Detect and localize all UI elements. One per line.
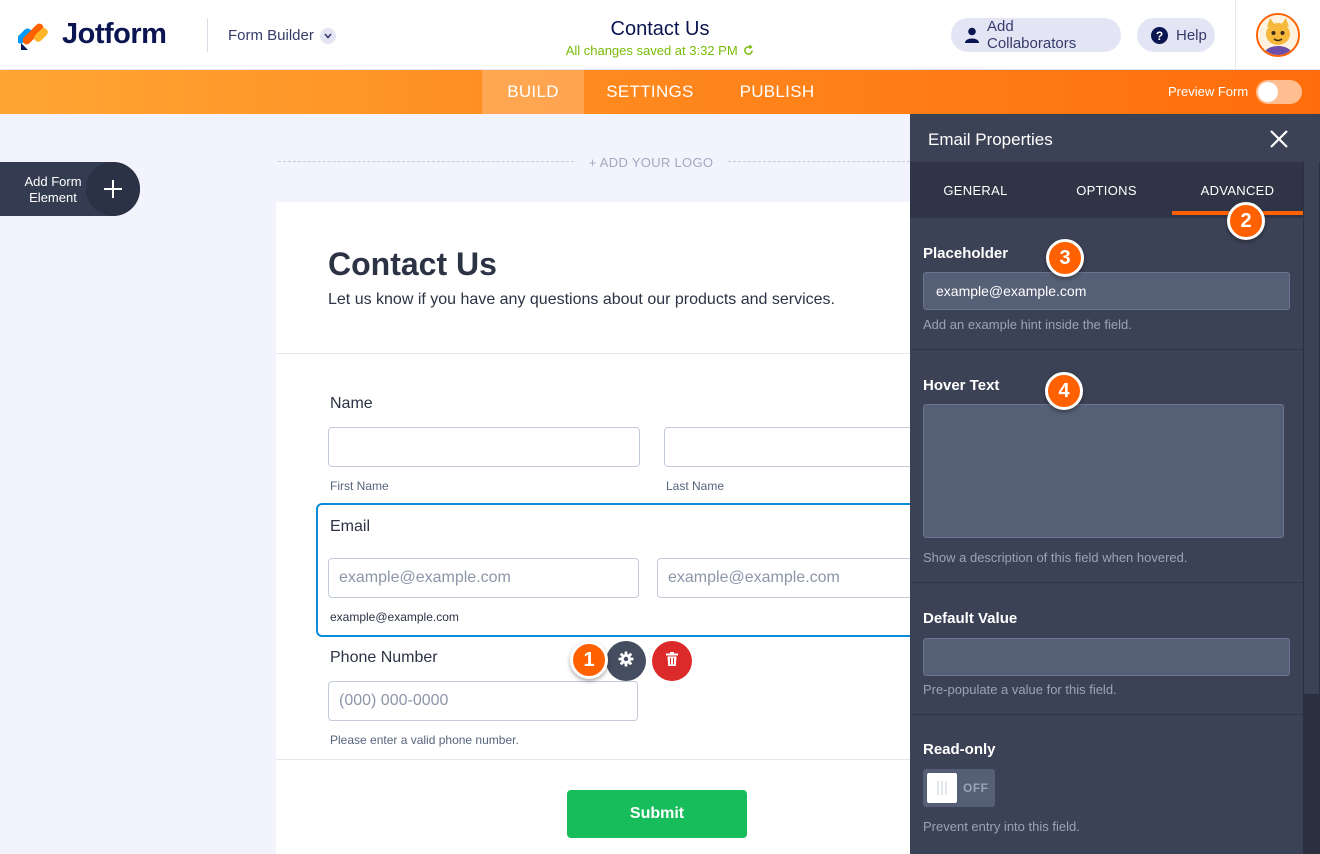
add-logo-button[interactable]: + ADD YOUR LOGO (580, 155, 722, 170)
form-subheading[interactable]: Let us know if you have any questions ab… (328, 291, 835, 309)
step-badge-2: 2 (1227, 202, 1265, 240)
hover-text-help: Show a description of this field when ho… (923, 550, 1188, 565)
read-only-title: Read-only (923, 741, 996, 758)
help-label: Help (1176, 26, 1207, 44)
placeholder-help: Add an example hint inside the field. (923, 317, 1132, 332)
top-bar: Jotform Form Builder Contact Us All chan… (0, 0, 1320, 70)
default-value-input[interactable] (923, 638, 1290, 676)
tab-general[interactable]: GENERAL (910, 162, 1041, 218)
first-name-sublabel: First Name (330, 479, 389, 493)
help-button[interactable]: ? Help (1137, 18, 1215, 52)
email-label: Email (330, 518, 371, 535)
close-icon[interactable] (1268, 128, 1290, 150)
read-only-help: Prevent entry into this field. (923, 819, 1080, 834)
trash-icon (666, 651, 678, 671)
gear-icon (618, 651, 634, 672)
panel-header: Email Properties (910, 114, 1303, 162)
tab-publish[interactable]: PUBLISH (724, 70, 830, 114)
header-divider-right (1235, 0, 1236, 70)
email-sublabel: example@example.com (330, 610, 459, 624)
panel-title: Email Properties (928, 130, 1053, 149)
placeholder-input[interactable]: example@example.com (923, 272, 1290, 310)
placeholder-title: Placeholder (923, 245, 1009, 262)
preview-form-toggle[interactable] (1256, 80, 1302, 104)
hover-text-section: Hover Text Show a description of this fi… (910, 350, 1303, 583)
hover-text-title: Hover Text (923, 377, 1000, 394)
email-input[interactable]: example@example.com (328, 558, 639, 598)
form-card: Contact Us Let us know if you have any q… (276, 202, 984, 854)
form-title[interactable]: Contact Us (560, 18, 760, 41)
phone-sublabel: Please enter a valid phone number. (330, 733, 519, 747)
refresh-icon (744, 44, 754, 55)
default-value-title: Default Value (923, 610, 1018, 627)
tab-settings[interactable]: SETTINGS (595, 70, 705, 114)
phone-label: Phone Number (330, 649, 438, 666)
add-form-element-button[interactable]: Add Form Element (0, 162, 140, 216)
form-builder-dropdown[interactable]: Form Builder (228, 27, 336, 44)
step-badge-4: 4 (1045, 372, 1083, 410)
field-properties-button[interactable] (606, 641, 646, 681)
brand-name: Jotform (62, 18, 167, 50)
add-collaborators-button[interactable]: Add Collaborators (951, 18, 1121, 52)
last-name-sublabel: Last Name (666, 479, 725, 493)
step-badge-1: 1 (570, 641, 608, 679)
first-name-input[interactable] (328, 427, 640, 467)
tab-options[interactable]: OPTIONS (1041, 162, 1172, 218)
name-label: Name (330, 395, 373, 412)
header-separator (276, 353, 976, 354)
question-circle-icon: ? (1151, 26, 1168, 44)
logo-dashed-line-left (278, 161, 574, 162)
read-only-toggle[interactable]: OFF (923, 769, 995, 807)
saved-status: All changes saved at 3:32 PM (560, 43, 760, 58)
plus-icon (86, 162, 140, 216)
preview-form-label: Preview Form (1168, 84, 1249, 99)
submit-separator (276, 759, 976, 760)
form-heading[interactable]: Contact Us (328, 246, 497, 283)
tab-build[interactable]: BUILD (482, 70, 584, 114)
saved-status-text: All changes saved at 3:32 PM (565, 43, 738, 58)
header-divider (207, 18, 208, 52)
chevron-down-icon (319, 27, 336, 44)
avatar[interactable] (1256, 13, 1300, 57)
phone-input[interactable]: (000) 000-0000 (328, 681, 638, 721)
delete-field-button[interactable] (652, 641, 692, 681)
logo-dashed-line-right (728, 161, 910, 162)
user-icon (965, 27, 979, 43)
jotform-logo-icon (16, 19, 50, 51)
hover-text-textarea[interactable] (923, 404, 1284, 538)
default-value-help: Pre-populate a value for this field. (923, 682, 1117, 697)
panel-scrollbar-thumb[interactable] (1304, 162, 1319, 694)
form-title-block: Contact Us All changes saved at 3:32 PM (560, 18, 760, 58)
toggle-knob (927, 773, 957, 803)
jotform-logo[interactable]: Jotform (16, 18, 167, 51)
step-badge-3: 3 (1046, 239, 1084, 277)
read-only-state: OFF (963, 781, 989, 795)
add-collaborators-label: Add Collaborators (987, 18, 1077, 52)
add-form-element-label: Add Form Element (24, 174, 82, 205)
svg-text:?: ? (1156, 29, 1163, 43)
form-builder-label: Form Builder (228, 27, 314, 44)
default-value-section: Default Value Pre-populate a value for t… (910, 583, 1303, 715)
builder-nav: BUILD SETTINGS PUBLISH Preview Form (0, 70, 1320, 114)
preview-toggle-knob (1258, 82, 1278, 102)
submit-button[interactable]: Submit (567, 790, 747, 838)
